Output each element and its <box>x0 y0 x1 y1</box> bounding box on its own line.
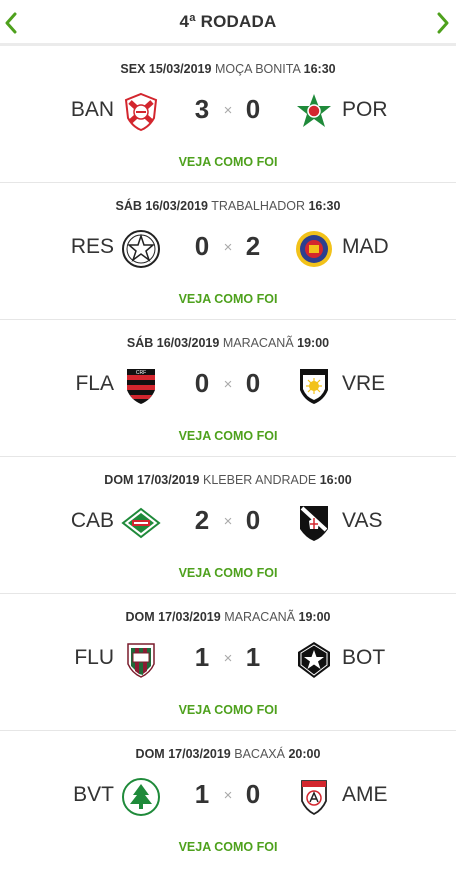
match-card: SEX 15/03/2019 MOÇA BONITA 16:30 BAN 3 ×… <box>0 46 456 183</box>
match-weekday: DOM <box>125 610 155 624</box>
match-info: DOM 17/03/2019 KLEBER ANDRADE 16:00 <box>0 473 456 487</box>
away-score: 0 <box>245 779 261 809</box>
score-separator: × <box>223 650 233 667</box>
home-team-abbr: CAB <box>70 509 114 532</box>
match-scoreline: RES 0 × 2 MAD <box>0 225 456 273</box>
match-date: 17/03/2019 <box>158 610 221 624</box>
match-venue: TRABALHADOR <box>211 199 305 213</box>
away-team-abbr: VAS <box>342 509 383 532</box>
match-details-link[interactable]: VEJA COMO FOI <box>0 292 456 306</box>
score-separator: × <box>223 513 233 530</box>
home-team-abbr: BAN <box>70 98 114 121</box>
match-details-link[interactable]: VEJA COMO FOI <box>0 840 456 854</box>
away-team-abbr: BOT <box>342 646 386 669</box>
match-details-link[interactable]: VEJA COMO FOI <box>0 703 456 717</box>
match-details-link[interactable]: VEJA COMO FOI <box>0 429 456 443</box>
home-team-abbr: RES <box>70 235 114 258</box>
away-score: 0 <box>245 505 261 535</box>
away-team-abbr: AME <box>342 783 388 806</box>
match-card: SÁB 16/03/2019 TRABALHADOR 16:30 RES 0 ×… <box>0 183 456 320</box>
round-title: 4ª RODADA <box>179 11 277 31</box>
resende-crest-icon <box>122 230 160 268</box>
away-team-abbr: MAD <box>342 235 389 258</box>
match-scoreline: CAB 2 × 0 VAS <box>0 499 456 547</box>
match-time: 19:00 <box>298 610 331 624</box>
away-score: 0 <box>245 94 261 124</box>
match-time: 16:30 <box>303 62 336 76</box>
match-weekday: DOM <box>104 473 134 487</box>
next-round-button[interactable] <box>432 9 454 37</box>
away-score: 1 <box>245 642 261 672</box>
match-time: 19:00 <box>297 336 330 350</box>
match-date: 17/03/2019 <box>136 473 200 487</box>
home-score: 1 <box>194 779 210 809</box>
away-team-abbr: POR <box>342 98 388 121</box>
match-time: 16:00 <box>319 473 352 487</box>
match-card: SÁB 16/03/2019 MARACANÃ 19:00 FLA CRF 0 … <box>0 320 456 457</box>
svg-text:CRF: CRF <box>136 370 146 376</box>
home-score: 3 <box>194 94 210 124</box>
match-details-link[interactable]: VEJA COMO FOI <box>0 155 456 169</box>
match-details-link[interactable]: VEJA COMO FOI <box>0 566 456 580</box>
match-info: SÁB 16/03/2019 MARACANÃ 19:00 <box>0 336 456 350</box>
match-scoreline: BVT 1 × 0 AME <box>0 773 456 821</box>
away-score: 2 <box>245 231 261 261</box>
match-info: DOM 17/03/2019 BACAXÁ 20:00 <box>0 747 456 761</box>
match-venue: KLEBER ANDRADE <box>203 473 317 487</box>
match-scoreline: FLA CRF 0 × 0 VRE <box>0 362 456 410</box>
match-weekday: SÁB <box>115 199 142 213</box>
match-venue: MOÇA BONITA <box>214 62 301 76</box>
match-card: DOM 17/03/2019 KLEBER ANDRADE 16:00 CAB … <box>0 457 456 594</box>
match-date: 15/03/2019 <box>148 62 212 76</box>
match-weekday: SEX <box>120 62 146 76</box>
home-score: 0 <box>194 231 210 261</box>
match-date: 16/03/2019 <box>156 336 220 350</box>
bangu-crest-icon <box>124 92 158 132</box>
match-time: 20:00 <box>288 747 321 761</box>
home-score: 1 <box>194 642 210 672</box>
fluminense-crest-icon <box>127 643 155 678</box>
match-venue: MARACANÃ <box>224 610 296 624</box>
home-team-abbr: FLA <box>75 372 114 395</box>
score-separator: × <box>223 376 233 393</box>
match-list: SEX 15/03/2019 MOÇA BONITA 16:30 BAN 3 ×… <box>0 46 456 868</box>
away-team-abbr: VRE <box>342 372 386 395</box>
match-date: 17/03/2019 <box>168 747 231 761</box>
round-header: 4ª RODADA <box>0 0 456 46</box>
america-crest-icon <box>301 780 327 816</box>
score-separator: × <box>223 787 233 804</box>
match-venue: BACAXÁ <box>234 747 285 761</box>
previous-round-button[interactable] <box>0 9 22 37</box>
madureira-crest-icon <box>296 231 332 267</box>
chevron-left-icon <box>5 12 17 34</box>
botafogo-crest-icon <box>298 642 330 678</box>
match-venue: MARACANÃ <box>222 336 294 350</box>
home-score: 0 <box>194 368 210 398</box>
match-info: SÁB 16/03/2019 TRABALHADOR 16:30 <box>0 199 456 213</box>
volta-redonda-crest-icon <box>300 369 328 404</box>
score-separator: × <box>223 239 233 256</box>
portuguesa-crest-icon <box>297 94 331 127</box>
home-team-abbr: FLU <box>74 646 114 669</box>
boavista-crest-icon <box>122 778 160 816</box>
match-card: DOM 17/03/2019 MARACANÃ 19:00 FLU 1 × 1 … <box>0 594 456 731</box>
match-scoreline: BAN 3 × 0 POR <box>0 88 456 136</box>
match-weekday: DOM <box>135 747 165 761</box>
match-date: 16/03/2019 <box>145 199 208 213</box>
match-info: DOM 17/03/2019 MARACANÃ 19:00 <box>0 610 456 624</box>
match-scoreline: FLU 1 × 1 BOT <box>0 636 456 684</box>
score-separator: × <box>223 102 233 119</box>
chevron-right-icon <box>437 12 449 34</box>
home-team-abbr: BVT <box>73 783 114 806</box>
vasco-crest-icon <box>300 506 328 541</box>
match-card: DOM 17/03/2019 BACAXÁ 20:00 BVT 1 × 0 AM… <box>0 731 456 868</box>
cabofriense-crest-icon <box>121 507 161 539</box>
match-weekday: SÁB <box>126 336 154 350</box>
home-score: 2 <box>194 505 210 535</box>
flamengo-crest-icon: CRF <box>127 369 155 404</box>
match-info: SEX 15/03/2019 MOÇA BONITA 16:30 <box>0 62 456 76</box>
away-score: 0 <box>245 368 261 398</box>
match-time: 16:30 <box>308 199 341 213</box>
